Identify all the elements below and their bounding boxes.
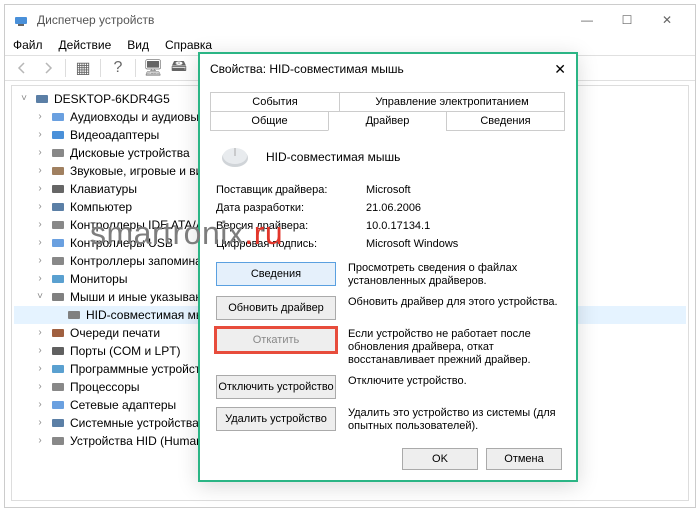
title-bar: Диспетчер устройств — ☐ ✕ bbox=[5, 5, 695, 35]
uninstall-desc: Удалить это устройство из системы (для о… bbox=[348, 407, 560, 433]
sig-label: Цифровая подпись: bbox=[216, 238, 366, 250]
cancel-button[interactable]: Отмена bbox=[486, 448, 562, 470]
disable-button[interactable]: Отключить устройство bbox=[216, 375, 336, 399]
tree-item-label: Очереди печати bbox=[70, 324, 160, 342]
update-driver-button[interactable]: Обновить драйвер bbox=[216, 296, 336, 320]
device-category-icon bbox=[50, 218, 66, 232]
device-category-icon bbox=[50, 326, 66, 340]
version-value: 10.0.17134.1 bbox=[366, 220, 430, 232]
tab-general[interactable]: Общие bbox=[210, 111, 329, 131]
provider-value: Microsoft bbox=[366, 184, 411, 196]
mouse-category-icon bbox=[50, 290, 66, 304]
date-value: 21.06.2006 bbox=[366, 202, 421, 214]
dialog-footer: OK Отмена bbox=[402, 448, 562, 470]
menu-action[interactable]: Действие bbox=[59, 38, 112, 52]
close-button[interactable]: ✕ bbox=[647, 6, 687, 34]
mouse-icon bbox=[66, 308, 82, 322]
version-label: Версия драйвера: bbox=[216, 220, 366, 232]
ok-button[interactable]: OK bbox=[402, 448, 478, 470]
device-category-icon bbox=[50, 146, 66, 160]
window-controls: — ☐ ✕ bbox=[567, 6, 687, 34]
tab-events[interactable]: События bbox=[210, 92, 340, 112]
rollback-desc: Если устройство не работает после обновл… bbox=[348, 328, 560, 367]
device-category-icon bbox=[50, 380, 66, 394]
tree-item-label: Программные устройства bbox=[70, 360, 213, 378]
tree-item-label: Системные устройства bbox=[70, 414, 199, 432]
mouse-icon bbox=[216, 144, 254, 170]
tree-item-label: Видеоадаптеры bbox=[70, 126, 159, 144]
device-header: HID-совместимая мышь bbox=[210, 134, 566, 184]
tab-power[interactable]: Управление электропитанием bbox=[339, 92, 565, 112]
help-icon[interactable]: ? bbox=[107, 58, 129, 78]
update-desc: Обновить драйвер для этого устройства. bbox=[348, 296, 560, 320]
device-category-icon bbox=[50, 164, 66, 178]
driver-info: Поставщик драйвера:Microsoft Дата разраб… bbox=[210, 184, 566, 262]
device-name: HID-совместимая мышь bbox=[266, 150, 400, 164]
device-category-icon bbox=[50, 434, 66, 448]
device-category-icon bbox=[50, 236, 66, 250]
tree-item-label: Контроллеры USB bbox=[70, 234, 173, 252]
app-icon bbox=[13, 12, 29, 28]
details-button[interactable]: Сведения bbox=[216, 262, 336, 286]
sig-value: Microsoft Windows bbox=[366, 238, 458, 250]
tree-item-label: Процессоры bbox=[70, 378, 140, 396]
uninstall-button[interactable]: Удалить устройство bbox=[216, 407, 336, 431]
device-icon[interactable]: 🖴 bbox=[168, 58, 190, 78]
tabs: События Управление электропитанием Общие… bbox=[210, 92, 566, 134]
forward-icon[interactable] bbox=[37, 58, 59, 78]
dialog-title: Свойства: HID-совместимая мышь bbox=[210, 62, 404, 76]
scan-icon[interactable]: 🖥 bbox=[142, 58, 164, 78]
date-label: Дата разработки: bbox=[216, 202, 366, 214]
menu-view[interactable]: Вид bbox=[127, 38, 149, 52]
maximize-button[interactable]: ☐ bbox=[607, 6, 647, 34]
menu-help[interactable]: Справка bbox=[165, 38, 212, 52]
tree-item-label: Порты (COM и LPT) bbox=[70, 342, 181, 360]
device-category-icon bbox=[50, 344, 66, 358]
device-category-icon bbox=[50, 182, 66, 196]
dialog-title-bar: Свойства: HID-совместимая мышь ✕ bbox=[200, 54, 576, 84]
properties-dialog: Свойства: HID-совместимая мышь ✕ События… bbox=[198, 52, 578, 482]
device-category-icon bbox=[50, 362, 66, 376]
device-category-icon bbox=[50, 416, 66, 430]
device-category-icon bbox=[50, 398, 66, 412]
back-icon[interactable] bbox=[11, 58, 33, 78]
tab-details[interactable]: Сведения bbox=[446, 111, 565, 131]
tree-item-label: Мониторы bbox=[70, 270, 127, 288]
minimize-button[interactable]: — bbox=[567, 6, 607, 34]
tree-root-label: DESKTOP-6KDR4G5 bbox=[54, 90, 170, 108]
computer-icon bbox=[34, 92, 50, 106]
device-category-icon bbox=[50, 272, 66, 286]
device-category-icon bbox=[50, 254, 66, 268]
window-title: Диспетчер устройств bbox=[37, 13, 154, 27]
disable-desc: Отключите устройство. bbox=[348, 375, 560, 399]
device-category-icon bbox=[50, 110, 66, 124]
tree-item-label: Дисковые устройства bbox=[70, 144, 190, 162]
tree-item-label: Сетевые адаптеры bbox=[70, 396, 176, 414]
view-icon[interactable]: ▦ bbox=[72, 58, 94, 78]
details-desc: Просмотреть сведения о файлах установлен… bbox=[348, 262, 560, 288]
driver-actions: Сведения Просмотреть сведения о файлах у… bbox=[210, 262, 566, 433]
rollback-button[interactable]: Откатить bbox=[216, 328, 336, 352]
tab-driver[interactable]: Драйвер bbox=[328, 111, 447, 131]
menu-file[interactable]: Файл bbox=[13, 38, 43, 52]
tree-item-label: Клавиатуры bbox=[70, 180, 137, 198]
device-category-icon bbox=[50, 128, 66, 142]
dialog-close-icon[interactable]: ✕ bbox=[554, 61, 566, 78]
provider-label: Поставщик драйвера: bbox=[216, 184, 366, 196]
tree-item-label: Компьютер bbox=[70, 198, 132, 216]
device-category-icon bbox=[50, 200, 66, 214]
